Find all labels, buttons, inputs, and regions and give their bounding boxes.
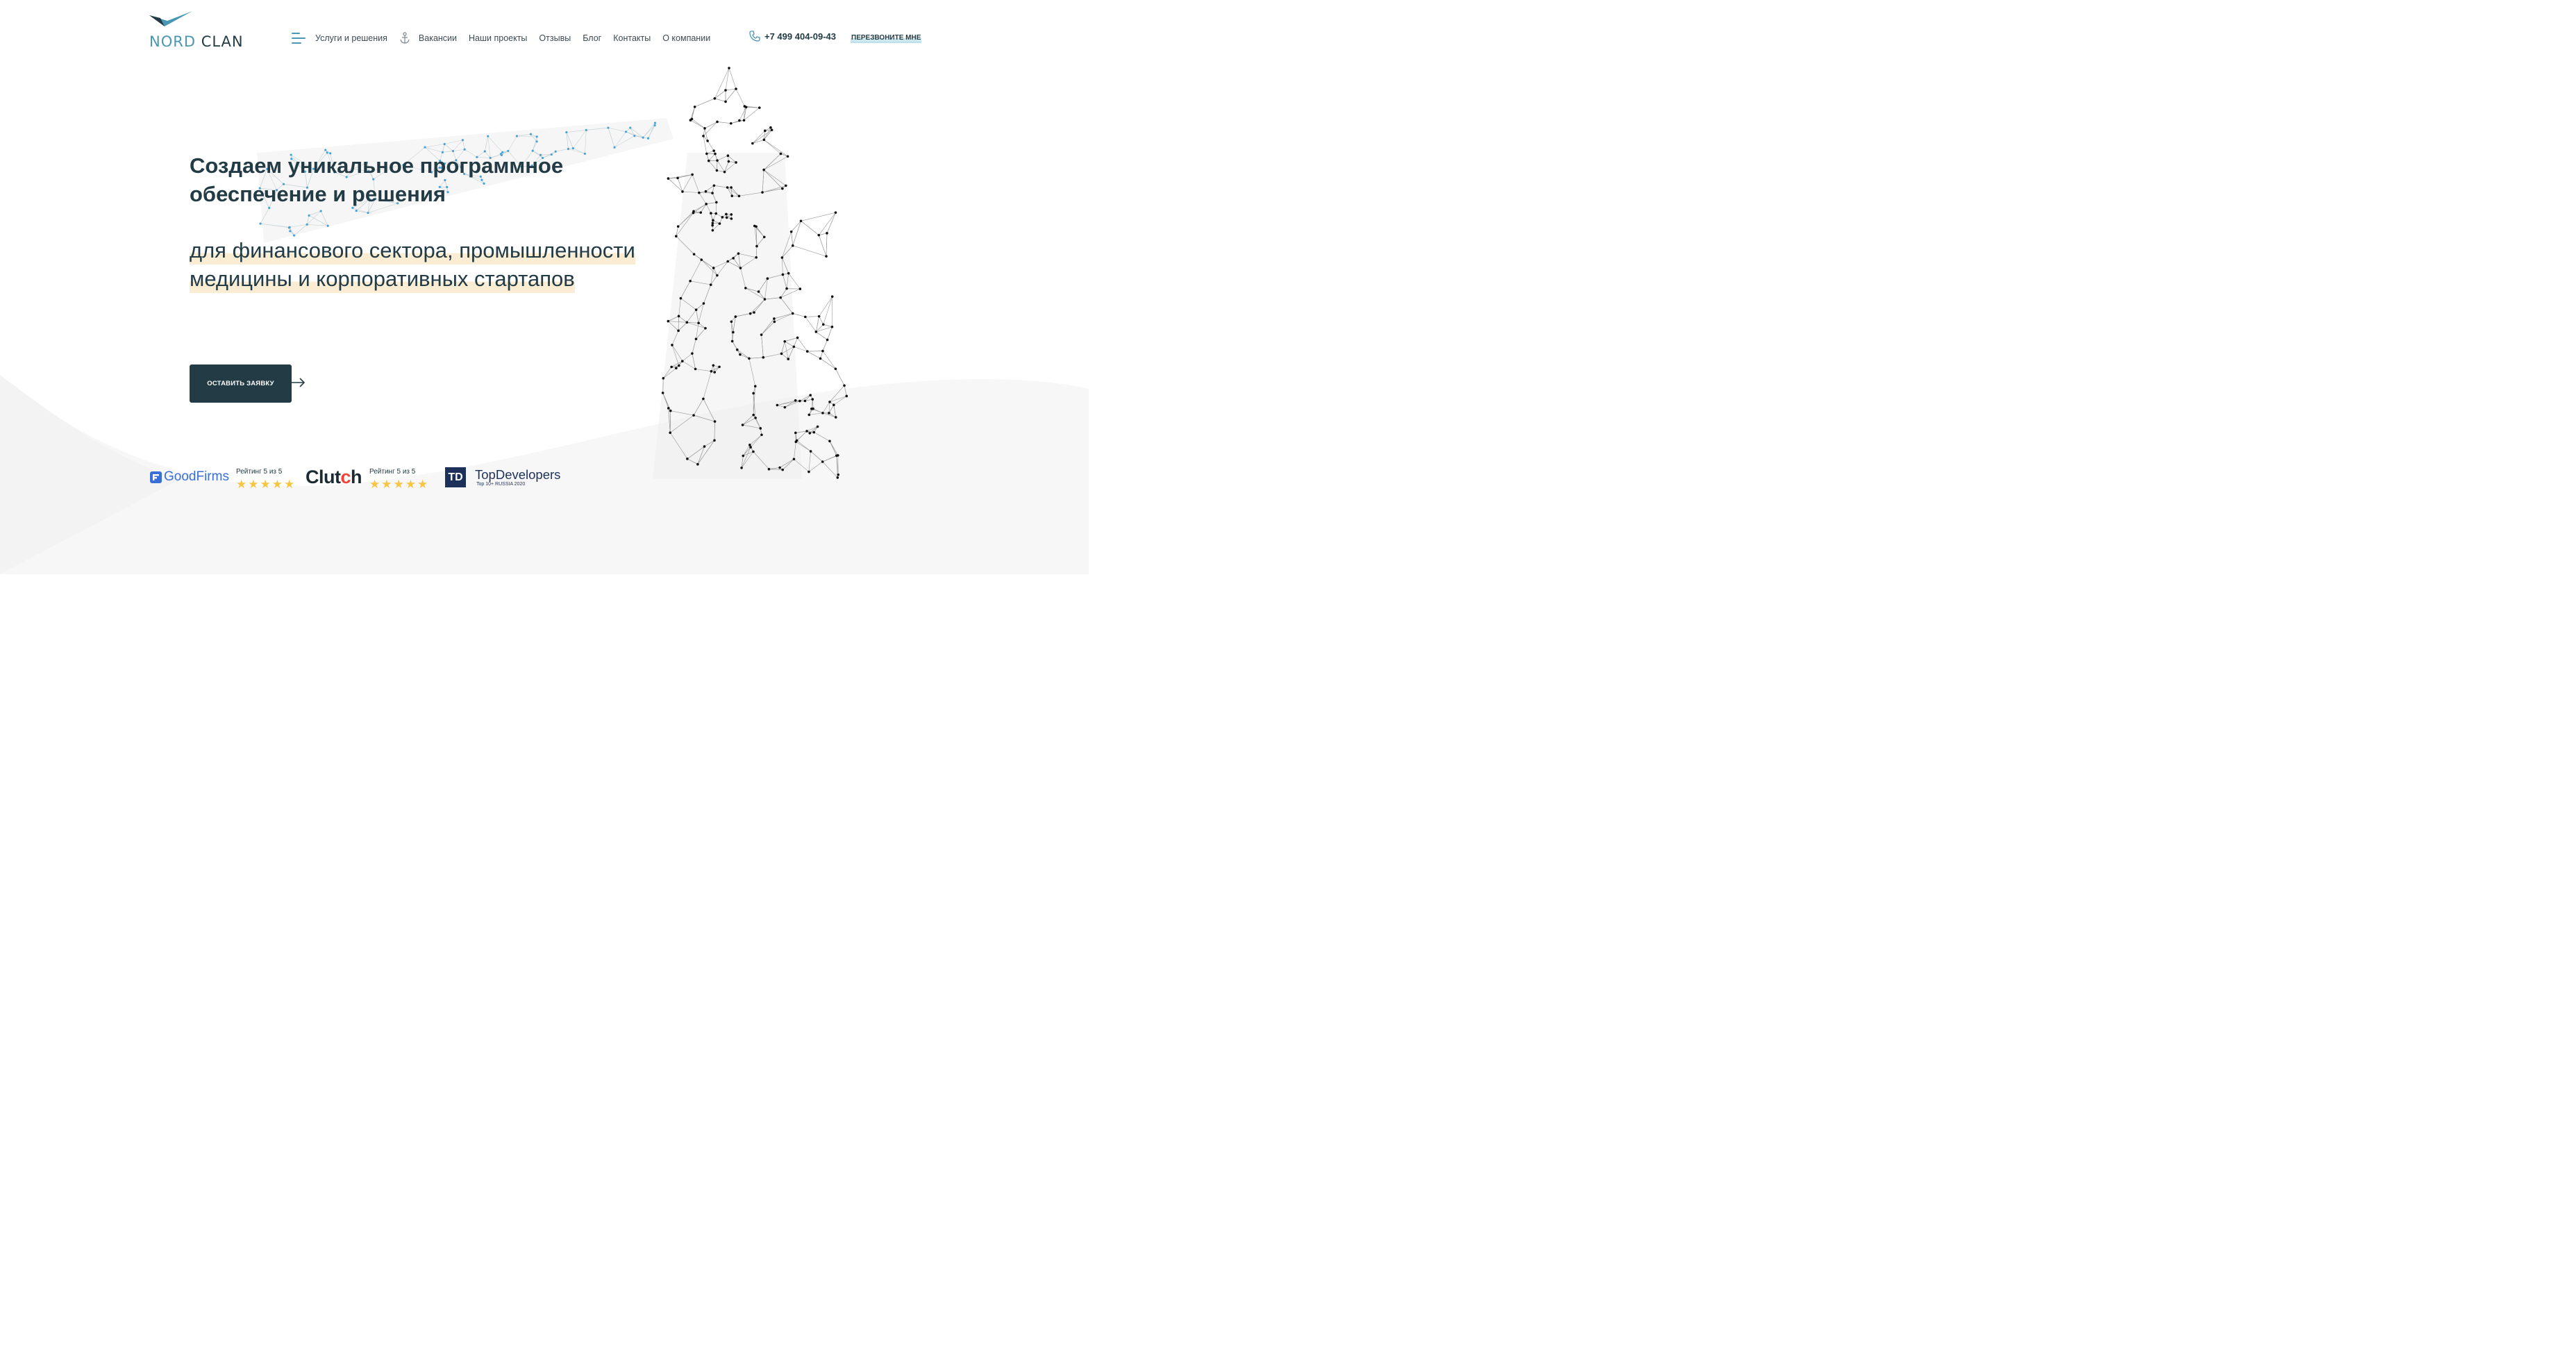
star-icon: ★ — [271, 478, 283, 491]
goodfirms-rating: Рейтинг 5 из 5 ★ ★ ★ ★ ★ — [236, 468, 294, 490]
hero-title: Создаем уникальное программное обеспечен… — [190, 153, 564, 206]
goodfirms-icon — [150, 471, 162, 483]
topdevelopers-logo[interactable]: TD TopDevelopers Top 10+ RUSSIA 2020 — [445, 467, 560, 487]
logo-bird-icon — [149, 11, 192, 26]
star-icon: ★ — [417, 478, 428, 491]
star-icon: ★ — [236, 478, 247, 491]
hamburger-menu-icon[interactable] — [292, 33, 306, 44]
nav-item-blog[interactable]: Блог — [583, 33, 601, 43]
hero-subtitle-line1: для финансового сектора, промышленности — [190, 236, 635, 265]
phone-number[interactable]: +7 499 404-09-43 — [764, 31, 836, 42]
nordclan-logo[interactable]: NORD CLAN — [149, 11, 243, 50]
clutch-logo[interactable]: Clutch — [306, 467, 362, 488]
phone-contact[interactable]: +7 499 404-09-43 — [749, 31, 836, 42]
submit-request-button[interactable]: ОСТАВИТЬ ЗАЯВКУ — [190, 364, 292, 403]
hero-subtitle: для финансового сектора, промышленности … — [190, 236, 635, 293]
star-rating: ★ ★ ★ ★ ★ — [369, 478, 428, 490]
star-icon: ★ — [405, 478, 416, 491]
nav-item-reviews[interactable]: Отзывы — [539, 33, 571, 43]
anchor-icon — [399, 32, 410, 44]
nav-item-services[interactable]: Услуги и решения — [315, 33, 387, 43]
star-icon: ★ — [393, 478, 404, 491]
hero-subtitle-line2: медицины и корпоративных стартапов — [190, 265, 575, 293]
arrow-right-icon — [290, 378, 306, 387]
star-icon: ★ — [369, 478, 380, 491]
star-icon: ★ — [260, 478, 271, 491]
goodfirms-wordmark: GoodFirms — [164, 469, 229, 484]
main-nav: Услуги и решения Вакансии Наши проекты О… — [292, 31, 722, 46]
phone-icon — [749, 31, 760, 42]
rating-label: Рейтинг 5 из 5 — [369, 468, 416, 476]
nav-item-contacts[interactable]: Контакты — [613, 33, 651, 43]
star-icon: ★ — [284, 478, 295, 491]
goodfirms-logo[interactable]: GoodFirms — [150, 469, 229, 485]
topdevelopers-name: TopDevelopers — [475, 467, 561, 482]
topdevelopers-badge: TD — [445, 467, 466, 487]
star-rating: ★ ★ ★ ★ ★ — [236, 478, 294, 490]
nav-item-vacancies[interactable]: Вакансии — [419, 33, 457, 43]
rating-label: Рейтинг 5 из 5 — [236, 468, 283, 476]
callback-link[interactable]: ПЕРЕЗВОНИТЕ МНЕ — [851, 34, 922, 43]
clutch-rating: Рейтинг 5 из 5 ★ ★ ★ ★ ★ — [369, 468, 428, 490]
nav-item-about[interactable]: О компании — [662, 33, 710, 43]
star-icon: ★ — [381, 478, 392, 491]
logo-wordmark: NORD CLAN — [149, 33, 244, 50]
topdevelopers-subtitle: Top 10+ RUSSIA 2020 — [476, 482, 526, 487]
star-icon: ★ — [248, 478, 259, 491]
nav-item-projects[interactable]: Наши проекты — [469, 33, 527, 43]
